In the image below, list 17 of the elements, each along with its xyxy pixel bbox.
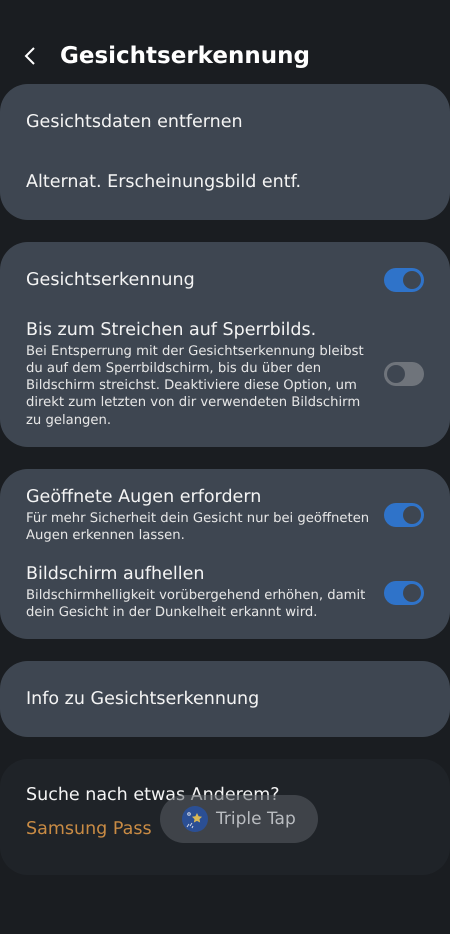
setting-title: Gesichtserkennung — [26, 270, 196, 290]
toggle-switch[interactable] — [384, 268, 424, 292]
suggestion-link[interactable]: Samsung Pass — [26, 819, 152, 840]
setting-title: Bis zum Streichen auf Sperrbilds. — [26, 320, 318, 340]
setting-title: Bildschirm aufhellen — [26, 564, 206, 584]
toggle-switch[interactable] — [384, 503, 424, 528]
shortcut-label: Triple Tap — [216, 809, 296, 830]
page-title: Gesichtserkennung — [60, 43, 310, 69]
setting-title: Geöffnete Augen erfordern — [26, 486, 262, 507]
setting-description: Bildschirmhelligkeit vorübergehend erhöhen, damit dein Gesicht in der Dunkelheit erkannt wird. — [26, 587, 366, 622]
setting-description: Bei Entsperrung mit der Gesichtserkennung bleibst du auf dem Sperrbildschirm, bis du über den Bildschirm streichst. Deaktiviere diese Option, um direkt zum letzten von dir verwendeten Bildschirm zu gelangen. — [26, 343, 365, 429]
menu-item[interactable]: Info zu Gesichtserkennung — [26, 689, 424, 710]
toggle-switch[interactable] — [384, 580, 424, 605]
menu-item[interactable]: Alternat. Erscheinungsbild entf. — [26, 172, 424, 192]
toggle-switch[interactable] — [384, 362, 424, 386]
menu-item[interactable]: Gesichtsdaten entfernen — [26, 112, 424, 132]
setting-description: Für mehr Sicherheit dein Gesicht nur bei geöffneten Augen erkennen lassen. — [26, 510, 370, 544]
